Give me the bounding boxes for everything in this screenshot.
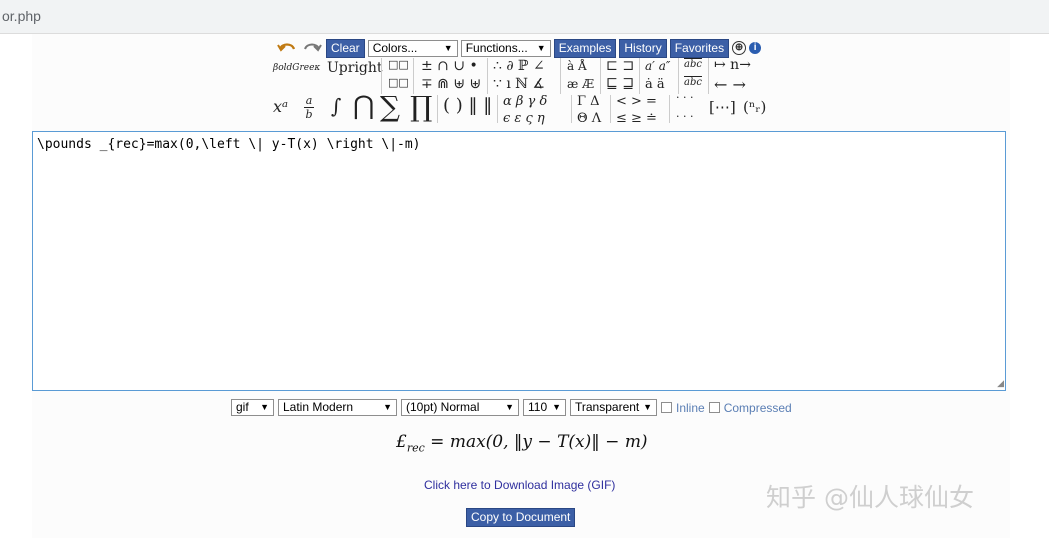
functions-select-label: Functions... bbox=[465, 40, 528, 55]
fraction-denominator[interactable]: b bbox=[304, 108, 314, 121]
subset-symbols-top[interactable]: ⊏ ⊐ bbox=[606, 58, 634, 74]
format-select[interactable]: gif ▼ bbox=[231, 399, 274, 416]
divider bbox=[678, 58, 679, 94]
format-value: gif bbox=[236, 400, 249, 414]
divider bbox=[413, 58, 414, 94]
accent-letters-bottom[interactable]: æ Æ bbox=[567, 77, 594, 91]
greek-upper-bottom[interactable]: Θ Λ bbox=[577, 111, 601, 126]
copy-to-document-button[interactable]: Copy to Document bbox=[466, 508, 576, 527]
download-link[interactable]: Click here to Download Image (GIF) bbox=[424, 478, 615, 492]
chevron-down-icon: ▼ bbox=[383, 402, 392, 412]
relation-symbols-top[interactable]: < > = bbox=[616, 94, 657, 109]
operator-symbols-top[interactable]: ± ∩ ∪ • bbox=[421, 58, 478, 74]
rendered-equation: £rec = max(0, ‖y − T(x)‖ − m) bbox=[396, 432, 648, 454]
colors-select[interactable]: Colors... ▼ bbox=[367, 39, 458, 57]
misc-symbols-top[interactable]: ∴ ∂ ℙ ∠ bbox=[493, 58, 545, 74]
product-button[interactable]: ∏ bbox=[410, 90, 432, 123]
chevron-down-icon: ▼ bbox=[443, 42, 453, 53]
favorites-button[interactable]: Favorites bbox=[669, 38, 730, 58]
chevron-down-icon: ▼ bbox=[260, 402, 269, 412]
history-button[interactable]: History bbox=[619, 38, 667, 58]
dots-bottom[interactable]: · · · bbox=[676, 110, 693, 123]
colors-select-label: Colors... bbox=[372, 40, 418, 55]
dots-top[interactable]: · · · bbox=[676, 91, 693, 104]
examples-button[interactable]: Examples bbox=[553, 38, 617, 58]
info-icon[interactable]: i bbox=[749, 42, 762, 54]
box-symbols-bottom[interactable]: □□ bbox=[388, 76, 409, 89]
font-value: Latin Modern bbox=[283, 400, 354, 414]
prime-symbols-top[interactable]: a′ a″ bbox=[645, 59, 670, 73]
box-symbols-top[interactable]: □□ bbox=[388, 58, 409, 71]
equation-subscript: rec bbox=[406, 441, 425, 455]
divider bbox=[708, 58, 709, 94]
chevron-down-icon: ▼ bbox=[552, 402, 561, 412]
size-value: (10pt) Normal bbox=[406, 400, 480, 414]
functions-select[interactable]: Functions... ▼ bbox=[460, 39, 551, 57]
binomial-button[interactable]: (ⁿᵣ) bbox=[743, 98, 766, 116]
divider bbox=[669, 95, 670, 123]
dot-accents-bottom[interactable]: ȧ ä bbox=[645, 77, 665, 92]
main-toolbar: Clear Colors... ▼ Functions... ▼ Example… bbox=[276, 38, 762, 58]
divider bbox=[381, 58, 382, 94]
font-select[interactable]: Latin Modern ▼ bbox=[278, 399, 397, 416]
latex-editor[interactable]: \pounds _{rec}=max(0,\left \| y-T(x) \ri… bbox=[32, 131, 1006, 391]
overarc-button[interactable]: abc bbox=[684, 77, 702, 88]
divider bbox=[639, 58, 640, 94]
address-text: or.php bbox=[2, 8, 41, 24]
bold-greek-button[interactable]: βoldGreeκ bbox=[273, 63, 320, 73]
greek-lower-bottom[interactable]: ϵ ε ς η bbox=[503, 111, 545, 126]
superscript-button[interactable]: xᵃ bbox=[273, 97, 288, 116]
watermark: 知乎 @仙人球仙女 bbox=[766, 483, 974, 512]
fraction-numerator[interactable]: a bbox=[304, 94, 314, 107]
compressed-label: Compressed bbox=[723, 400, 792, 415]
relation-symbols-bottom[interactable]: ≤ ≥ ≐ bbox=[616, 111, 657, 126]
divider bbox=[571, 95, 572, 123]
render-options: gif ▼ Latin Modern ▼ (10pt) Normal ▼ 110… bbox=[231, 399, 792, 416]
dpi-select[interactable]: 110 ▼ bbox=[523, 399, 566, 416]
divider bbox=[560, 58, 561, 94]
delimiters-button[interactable]: ( ) ‖ ‖ bbox=[443, 95, 492, 116]
clear-button[interactable]: Clear bbox=[326, 38, 365, 58]
divider bbox=[497, 95, 498, 123]
greek-lower-top[interactable]: α β γ δ bbox=[503, 94, 547, 109]
inline-label: Inline bbox=[676, 400, 705, 415]
chevron-down-icon: ▼ bbox=[505, 402, 514, 412]
copy-to-document-wrapper: Copy to Document bbox=[466, 508, 576, 527]
divider bbox=[487, 58, 488, 94]
latex-code[interactable]: \pounds _{rec}=max(0,\left \| y-T(x) \ri… bbox=[37, 137, 421, 152]
background-value: Transparent bbox=[575, 400, 640, 414]
matrix-button[interactable]: [⋯] bbox=[709, 98, 736, 116]
resize-handle-icon[interactable]: ◢ bbox=[997, 378, 1004, 389]
integral-button[interactable]: ∫ bbox=[331, 94, 341, 118]
divider bbox=[610, 95, 611, 123]
inline-checkbox[interactable] bbox=[661, 402, 672, 413]
subset-symbols-bottom[interactable]: ⊑ ⊒ bbox=[606, 76, 634, 92]
upright-button[interactable]: Upright bbox=[327, 60, 383, 76]
accent-letters-top[interactable]: à Å bbox=[567, 59, 587, 73]
compressed-checkbox[interactable] bbox=[708, 402, 720, 413]
misc-symbols-bottom[interactable]: ∵ ı ℕ ∡ bbox=[493, 76, 545, 92]
sum-button[interactable]: ∑ bbox=[380, 90, 400, 123]
size-select[interactable]: (10pt) Normal ▼ bbox=[401, 399, 519, 416]
equation-lhs: £ bbox=[396, 432, 407, 452]
bigcap-button[interactable]: ⋂ bbox=[353, 91, 374, 121]
arrow-symbols-bottom[interactable]: ← → bbox=[714, 75, 746, 94]
chevron-down-icon: ▼ bbox=[536, 42, 546, 53]
divider bbox=[437, 95, 438, 123]
dpi-value: 110 bbox=[528, 400, 548, 414]
widehat-button[interactable]: abc bbox=[684, 59, 702, 70]
add-icon[interactable]: ⊕ bbox=[732, 41, 747, 55]
redo-icon[interactable] bbox=[301, 40, 323, 56]
greek-upper-top[interactable]: Γ Δ bbox=[577, 94, 600, 109]
equation-rhs: = max(0, ‖y − T(x)‖ − m) bbox=[424, 432, 648, 452]
address-bar[interactable]: or.php bbox=[0, 0, 1049, 34]
undo-icon[interactable] bbox=[276, 40, 298, 56]
arrow-symbols-top[interactable]: ↦ n→ bbox=[714, 57, 751, 73]
chevron-down-icon: ▼ bbox=[643, 402, 652, 412]
background-select[interactable]: Transparent ▼ bbox=[570, 399, 657, 416]
divider bbox=[600, 58, 601, 94]
